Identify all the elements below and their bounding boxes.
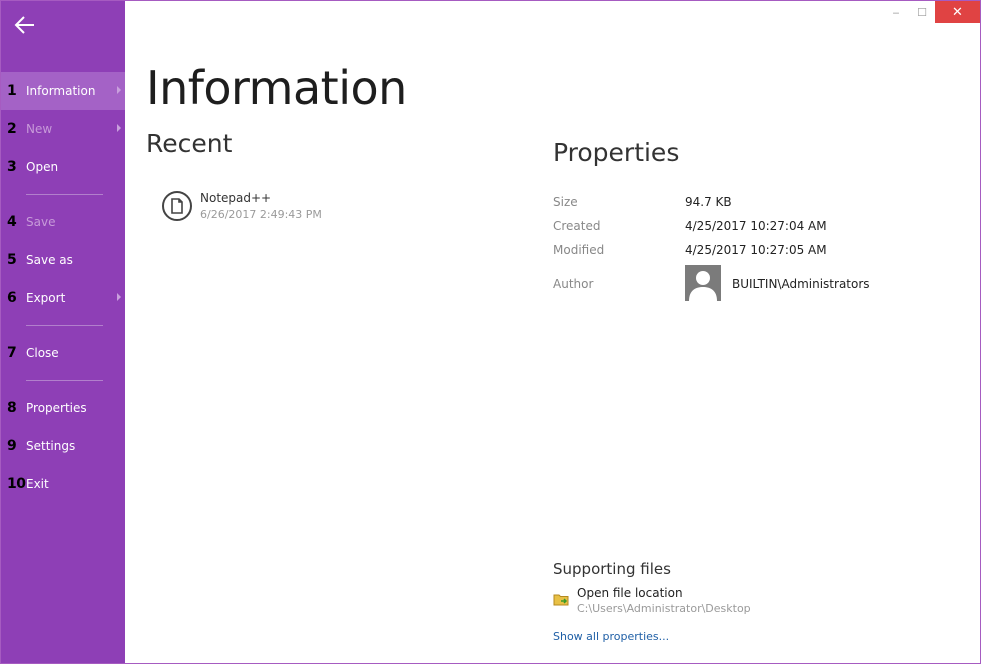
back-arrow-icon: [14, 16, 34, 34]
created-value: 4/25/2017 10:27:04 AM: [685, 219, 827, 233]
size-value: 94.7 KB: [685, 195, 732, 209]
menu-item-number: 4: [7, 214, 17, 230]
menu-item-label: Open: [26, 160, 59, 174]
submenu-arrow-icon: [117, 293, 121, 301]
menu-item-information[interactable]: 1 Information: [1, 72, 125, 110]
menu-item-properties[interactable]: 8 Properties: [1, 389, 125, 427]
menu-item-number: 1: [7, 83, 17, 99]
submenu-arrow-icon: [117, 86, 121, 94]
menu-item-label: Save as: [26, 253, 73, 267]
menu-item-save[interactable]: 4 Save: [1, 203, 125, 241]
recent-file-name: Notepad++: [200, 191, 272, 205]
created-label: Created: [553, 219, 601, 233]
close-window-button[interactable]: ✕: [935, 1, 980, 23]
menu-item-open[interactable]: 3 Open: [1, 148, 125, 186]
menu-item-label: Information: [26, 84, 96, 98]
author-value: BUILTIN\Administrators: [732, 277, 870, 291]
author-label: Author: [553, 277, 594, 291]
window-controls: ‒ ☐ ✕: [883, 1, 980, 23]
page-title: Information: [146, 61, 407, 115]
modified-value: 4/25/2017 10:27:05 AM: [685, 243, 827, 257]
show-all-properties-link[interactable]: Show all properties...: [553, 630, 669, 643]
menu-divider: [26, 380, 103, 381]
menu-item-number: 6: [7, 290, 17, 306]
menu-item-label: Export: [26, 291, 66, 305]
modified-label: Modified: [553, 243, 605, 257]
recent-file-date: 6/26/2017 2:49:43 PM: [200, 208, 322, 221]
document-icon: [162, 191, 192, 221]
maximize-button[interactable]: ☐: [909, 1, 935, 23]
menu-divider: [26, 325, 103, 326]
open-file-location-link[interactable]: Open file location: [577, 586, 683, 600]
recent-file-text: Notepad++ 6/26/2017 2:49:43 PM: [200, 191, 322, 221]
author-avatar-icon: [685, 265, 721, 301]
menu-item-label: New: [26, 122, 53, 136]
properties-heading: Properties: [553, 138, 680, 167]
menu-item-export[interactable]: 6 Export: [1, 279, 125, 317]
menu-item-save-as[interactable]: 5 Save as: [1, 241, 125, 279]
recent-file-item[interactable]: Notepad++ 6/26/2017 2:49:43 PM: [162, 191, 322, 221]
app-window: 1 Information 2 New 3 Open 4 Save 5 Save…: [0, 0, 981, 664]
recent-heading: Recent: [146, 129, 233, 158]
menu-item-number: 8: [7, 400, 17, 416]
folder-icon: [553, 594, 569, 606]
menu-item-exit[interactable]: 10 Exit: [1, 465, 125, 503]
menu-item-new[interactable]: 2 New: [1, 110, 125, 148]
size-label: Size: [553, 195, 578, 209]
menu-item-label: Settings: [26, 439, 76, 453]
menu-item-number: 9: [7, 438, 17, 454]
submenu-arrow-icon: [117, 124, 121, 132]
menu-item-settings[interactable]: 9 Settings: [1, 427, 125, 465]
menu-item-label: Properties: [26, 401, 87, 415]
menu-item-number: 2: [7, 121, 17, 137]
menu-item-close[interactable]: 7 Close: [1, 334, 125, 372]
backstage-sidebar: 1 Information 2 New 3 Open 4 Save 5 Save…: [1, 1, 125, 663]
menu-item-label: Close: [26, 346, 59, 360]
minimize-button[interactable]: ‒: [883, 1, 909, 23]
menu-item-number: 5: [7, 252, 17, 268]
menu-item-label: Exit: [26, 477, 49, 491]
menu-item-number: 7: [7, 345, 17, 361]
supporting-files-heading: Supporting files: [553, 560, 671, 578]
file-location-path: C:\Users\Administrator\Desktop: [577, 602, 751, 615]
menu-divider: [26, 194, 103, 195]
menu-item-number: 10: [7, 476, 26, 492]
menu-item-label: Save: [26, 215, 56, 229]
back-button[interactable]: [11, 11, 39, 39]
menu-item-number: 3: [7, 159, 17, 175]
